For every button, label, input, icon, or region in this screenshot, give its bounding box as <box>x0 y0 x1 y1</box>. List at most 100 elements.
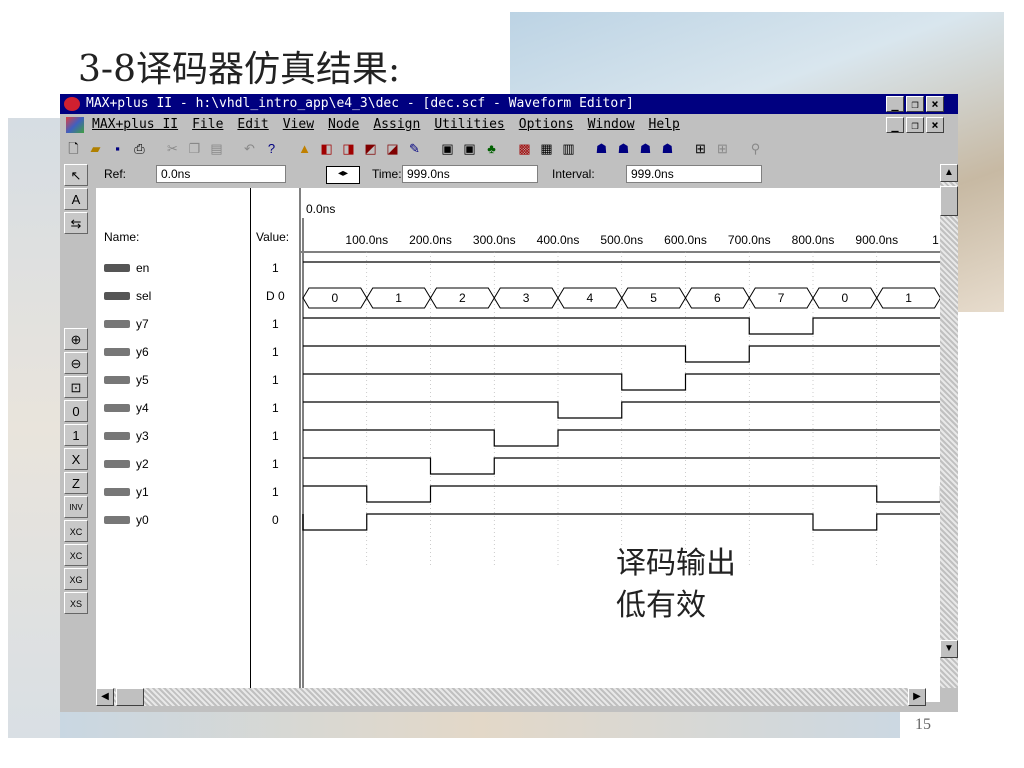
document-icon[interactable] <box>66 117 84 133</box>
vertical-scrollbar[interactable]: ▲ ▼ <box>940 164 958 688</box>
waveform-area[interactable]: Name: en sel y7 y6 y5 y4 y3 y2 y1 y0 Val… <box>96 188 940 702</box>
menu-file[interactable]: File <box>192 115 223 135</box>
scroll-right-icon[interactable]: ▶ <box>908 688 926 706</box>
new-icon[interactable]: 🗋 <box>64 139 83 158</box>
sel-segment-value: 0 <box>842 291 849 305</box>
menu-node[interactable]: Node <box>328 115 359 135</box>
timing-icon[interactable]: ◨ <box>339 139 358 158</box>
sel-segment-value: 7 <box>778 291 785 305</box>
doc-minimize-button[interactable]: _ <box>886 117 904 133</box>
signal-y5[interactable]: y5 <box>104 370 149 390</box>
signal-y2[interactable]: y2 <box>104 454 149 474</box>
time-tick-label: 1.0 <box>932 233 940 247</box>
unknown-icon[interactable]: X <box>64 448 88 470</box>
probe-icon[interactable]: ▥ <box>559 139 578 158</box>
value-y4: 1 <box>272 401 279 415</box>
signal-en[interactable]: en <box>104 258 149 278</box>
signal-y3[interactable]: y3 <box>104 426 149 446</box>
copy-icon[interactable]: ❐ <box>185 139 204 158</box>
ref-arrows[interactable]: ◂▸ <box>326 166 360 184</box>
symbol-icon[interactable]: ▣ <box>438 139 457 158</box>
restore-button[interactable]: ❐ <box>906 96 924 112</box>
signal-y6[interactable]: y6 <box>104 342 149 362</box>
scroll-up-icon[interactable]: ▲ <box>940 164 958 182</box>
scroll-left-icon[interactable]: ◀ <box>96 688 114 706</box>
overwrite-group-icon[interactable]: XG <box>64 568 88 590</box>
zoom-out-icon[interactable]: ⊖ <box>64 352 88 374</box>
signal-sel[interactable]: sel <box>104 286 151 306</box>
settings-icon[interactable]: ▦ <box>537 139 556 158</box>
probe-a-icon[interactable]: ☗ <box>592 139 611 158</box>
scroll-down-icon[interactable]: ▼ <box>940 640 958 658</box>
menu-utilities[interactable]: Utilities <box>434 115 504 135</box>
overwrite-value-icon[interactable]: XS <box>64 592 88 614</box>
low-icon[interactable]: 0 <box>64 400 88 422</box>
simulator-icon[interactable]: ◧ <box>317 139 336 158</box>
sel-segment-value: 3 <box>523 291 530 305</box>
highz-icon[interactable]: Z <box>64 472 88 494</box>
doc-restore-button[interactable]: ❐ <box>906 117 924 133</box>
programmer-icon[interactable]: ◪ <box>383 139 402 158</box>
signal-y7[interactable]: y7 <box>104 314 149 334</box>
probe-d-icon[interactable]: ☗ <box>658 139 677 158</box>
menu-view[interactable]: View <box>283 115 314 135</box>
probe-c-icon[interactable]: ☗ <box>636 139 655 158</box>
node-icon[interactable]: ⇆ <box>64 212 88 234</box>
save-icon[interactable]: ▪ <box>108 139 127 158</box>
grid-snap-icon[interactable]: ⊞ <box>713 139 732 158</box>
sel-segment-value: 4 <box>587 291 594 305</box>
grid-icon[interactable]: ⊞ <box>691 139 710 158</box>
wave-y4 <box>303 401 940 419</box>
text-tool-icon[interactable]: A <box>64 188 88 210</box>
value-y2: 1 <box>272 457 279 471</box>
undo-icon[interactable]: ↶ <box>240 139 259 158</box>
compiler-icon[interactable]: ▲ <box>295 139 314 158</box>
cut-icon[interactable]: ✂ <box>163 139 182 158</box>
ref-field[interactable]: 0.0ns <box>156 165 286 183</box>
menu-help[interactable]: Help <box>649 115 680 135</box>
window-titlebar[interactable]: MAX+plus II - h:\vhdl_intro_app\e4_3\dec… <box>60 94 958 114</box>
waveform-icon[interactable]: ▣ <box>460 139 479 158</box>
print-icon[interactable]: ⎙ <box>130 139 149 158</box>
zoom-icon[interactable]: ⚲ <box>746 139 765 158</box>
vertical-scroll-thumb[interactable] <box>940 186 958 216</box>
menu-assign[interactable]: Assign <box>373 115 420 135</box>
open-icon[interactable]: ▰ <box>86 139 105 158</box>
zoom-in-icon[interactable]: ⊕ <box>64 328 88 350</box>
doc-close-button[interactable]: × <box>926 117 944 133</box>
report-icon[interactable]: ▩ <box>515 139 534 158</box>
paste-icon[interactable]: ▤ <box>207 139 226 158</box>
floorplan-icon[interactable]: ◩ <box>361 139 380 158</box>
time-tick-label: 300.0ns <box>473 233 516 247</box>
signal-y0[interactable]: y0 <box>104 510 149 530</box>
menu-options[interactable]: Options <box>519 115 574 135</box>
hierarchy-icon[interactable]: ✎ <box>405 139 424 158</box>
probe-b-icon[interactable]: ☗ <box>614 139 633 158</box>
minimize-button[interactable]: _ <box>886 96 904 112</box>
signal-y1[interactable]: y1 <box>104 482 149 502</box>
signal-y4[interactable]: y4 <box>104 398 149 418</box>
slide-title: 3-8译码器仿真结果: <box>78 49 401 90</box>
close-button[interactable]: × <box>926 96 944 112</box>
menu-bar: MAX+plus II File Edit View Node Assign U… <box>60 115 958 135</box>
horizontal-scroll-thumb[interactable] <box>116 688 144 706</box>
invert-icon[interactable]: INV <box>64 496 88 518</box>
value-sel: D 0 <box>266 289 285 303</box>
text-icon[interactable]: ♣ <box>482 139 501 158</box>
high-icon[interactable]: 1 <box>64 424 88 446</box>
overwrite-count-icon[interactable]: XC <box>64 544 88 566</box>
interval-field[interactable]: 999.0ns <box>626 165 762 183</box>
horizontal-scrollbar[interactable]: ◀ ▶ <box>96 688 926 706</box>
fit-icon[interactable]: ⊡ <box>64 376 88 398</box>
menu-maxplus[interactable]: MAX+plus II <box>92 115 178 135</box>
output-pin-icon <box>104 432 130 440</box>
menu-window[interactable]: Window <box>588 115 635 135</box>
time-field[interactable]: 999.0ns <box>402 165 538 183</box>
menu-edit[interactable]: Edit <box>237 115 268 135</box>
sel-segment-value: 2 <box>459 291 466 305</box>
selection-icon[interactable]: ↖ <box>64 164 88 186</box>
waveform-editor-window: MAX+plus II - h:\vhdl_intro_app\e4_3\dec… <box>60 94 958 712</box>
overwrite-clock-icon[interactable]: XC <box>64 520 88 542</box>
help-pointer-icon[interactable]: ? <box>262 139 281 158</box>
value-y7: 1 <box>272 317 279 331</box>
